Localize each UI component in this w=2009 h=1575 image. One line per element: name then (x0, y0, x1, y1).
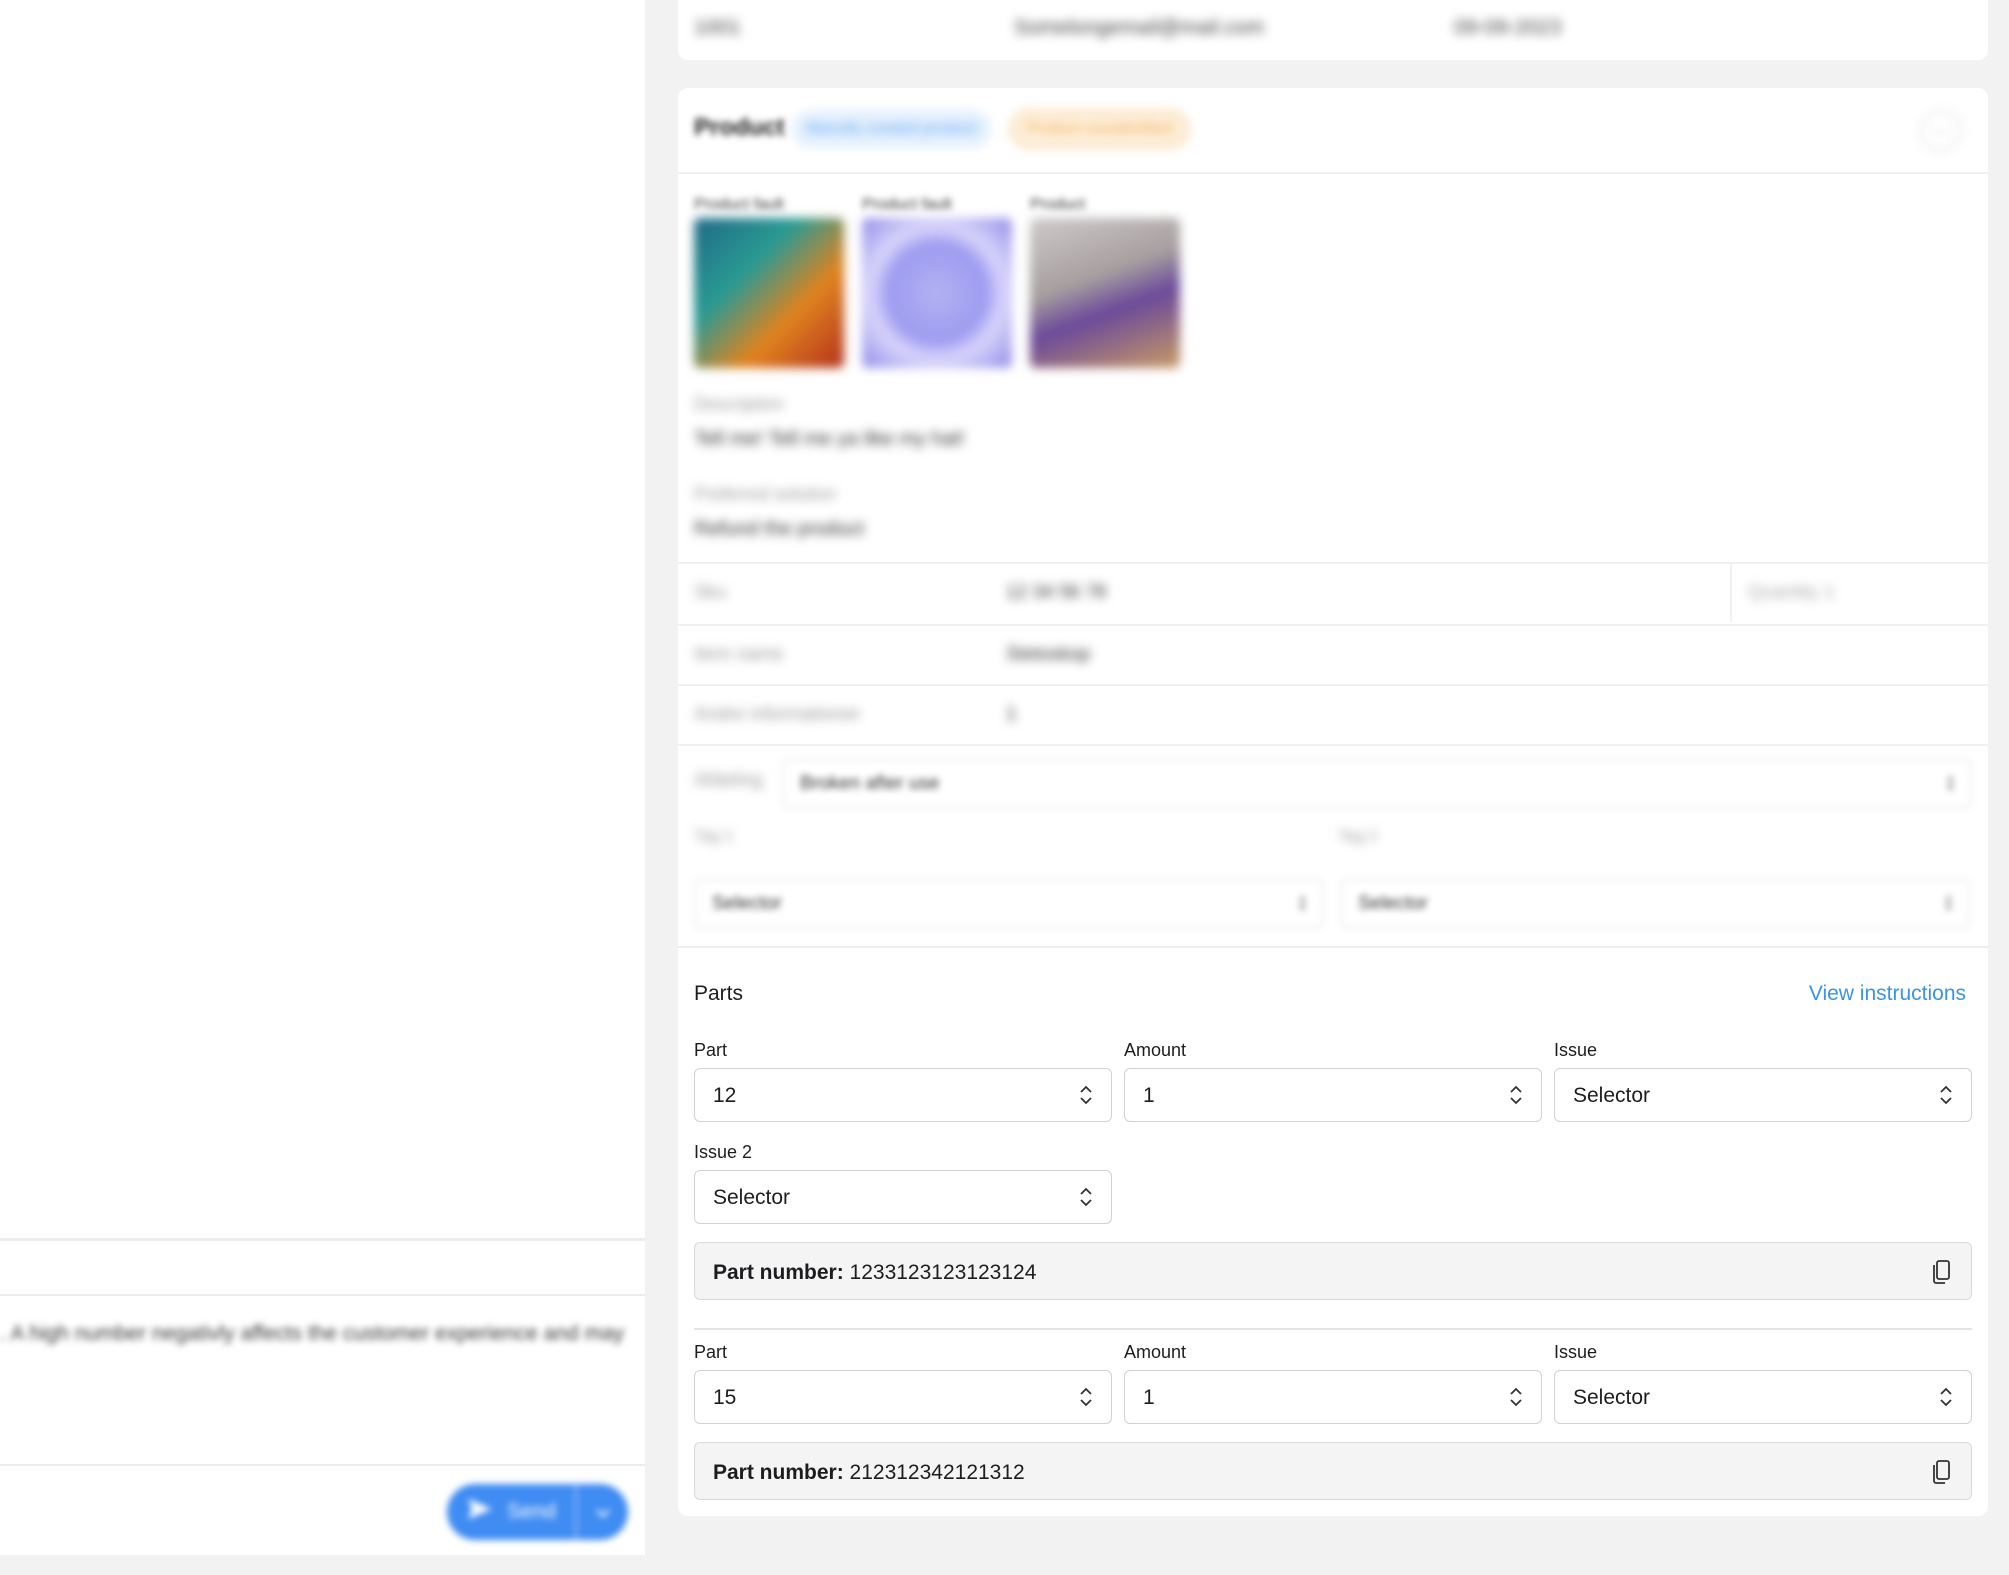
product-header: Product Manully created product Product … (678, 88, 1988, 174)
amount-label: Amount (1124, 1342, 1187, 1362)
description-value: Tell me! Tell me ya like my hat! (694, 428, 965, 450)
tag2-value: Selector (1358, 893, 1428, 914)
view-instructions-link[interactable]: View instructions (1809, 982, 1966, 1006)
tag1-value: Selector (712, 893, 782, 914)
part-label: Part (694, 1342, 728, 1362)
issue-select[interactable]: Selector (1554, 1370, 1972, 1424)
chevron-updown-icon (1080, 1387, 1092, 1407)
divider (0, 1464, 645, 1466)
part-select[interactable]: 12 (694, 1068, 1112, 1122)
chevron-updown-icon (1940, 1085, 1952, 1105)
other-info-value: 1 (1006, 704, 1017, 725)
order-number: 1001 (694, 16, 741, 39)
send-label: Send (507, 1500, 557, 1523)
send-options-button[interactable] (577, 1502, 628, 1523)
amount-stepper[interactable]: 1 (1124, 1068, 1542, 1122)
send-button-group[interactable]: Send (447, 1484, 628, 1540)
order-info-card: 1001 Somelongemail@mail.com 09-09-2023 (678, 0, 1988, 60)
quantity-value: Quantity 1 (1748, 582, 1835, 603)
chevron-down-icon (595, 1502, 611, 1523)
send-icon (467, 1498, 493, 1526)
chevron-updown-icon (1510, 1387, 1522, 1407)
issue-value: Selector (1573, 1084, 1651, 1107)
image-label: Product (1030, 196, 1086, 213)
department-select[interactable]: Broken after use ▴ ▾ (782, 758, 1972, 808)
part-number-value: 212312342121312 (849, 1461, 1025, 1484)
part-number-label: Part number: (713, 1461, 844, 1484)
sku-value: 12 34 56 78 (1006, 582, 1107, 603)
issue2-select[interactable]: Selector (694, 1170, 1112, 1224)
status-badge: Product unsubmitted (1010, 110, 1189, 148)
tag2-select[interactable]: Selector ▴ ▾ (1340, 878, 1970, 928)
issue-label: Issue (1554, 1342, 1598, 1362)
item-name-value: Stetoskop (1006, 644, 1091, 665)
divider (694, 1328, 1972, 1330)
tag1-label: Tag 1 (694, 828, 734, 845)
parts-title: Parts (694, 982, 744, 1005)
amount-value: 1 (1143, 1084, 1155, 1107)
divider (0, 1294, 645, 1296)
product-image-thumbnail[interactable] (862, 218, 1012, 368)
part-number-box: Part number: 1233123123123124 (694, 1242, 1972, 1300)
order-date: 09-09-2023 (1454, 16, 1562, 39)
part-value: 15 (713, 1386, 737, 1409)
amount-label: Amount (1124, 1040, 1187, 1060)
issue2-label: Issue 2 (694, 1142, 753, 1162)
chevron-updown-icon: ▴ ▾ (1298, 889, 1306, 915)
chevron-updown-icon (1080, 1085, 1092, 1105)
solution-value: Refund the product (694, 518, 865, 540)
part-number-box: Part number: 212312342121312 (694, 1442, 1972, 1500)
more-options-icon[interactable]: ⋯ (1920, 110, 1962, 152)
chevron-updown-icon: ▴ ▾ (1944, 889, 1952, 915)
image-label: Product fault (694, 196, 784, 213)
description-label: Description (694, 394, 785, 414)
part-value: 12 (713, 1084, 737, 1107)
product-image-thumbnail[interactable] (694, 218, 844, 368)
issue-select[interactable]: Selector (1554, 1068, 1972, 1122)
part-select[interactable]: 15 (694, 1370, 1112, 1424)
sku-label: Sku (694, 582, 727, 603)
hint-text: . A high number negativly affects the cu… (0, 1322, 625, 1345)
chevron-updown-icon (1940, 1387, 1952, 1407)
parts-section: Parts View instructions Part Amount Issu… (678, 946, 1988, 1516)
left-pane: . A high number negativly affects the cu… (0, 0, 645, 1555)
product-image-thumbnail[interactable] (1030, 218, 1180, 368)
divider (0, 1238, 645, 1241)
solution-label: Preferred solution (694, 484, 837, 504)
chevron-updown-icon: ▴ ▾ (1946, 769, 1954, 795)
part-label: Part (694, 1040, 728, 1060)
part-number-value: 1233123123123124 (849, 1261, 1037, 1284)
issue2-value: Selector (713, 1186, 791, 1209)
manual-product-badge: Manully created product (792, 110, 991, 148)
tag1-select[interactable]: Selector ▴ ▾ (694, 878, 1324, 928)
amount-value: 1 (1143, 1386, 1155, 1409)
item-name-row: Item name Stetoskop (678, 624, 1988, 684)
sku-row: Sku 12 34 56 78 Quantity 1 (678, 562, 1988, 622)
copy-icon[interactable] (1931, 1259, 1951, 1285)
issue-label: Issue (1554, 1040, 1598, 1060)
issue-value: Selector (1573, 1386, 1651, 1409)
department-value: Broken after use (800, 773, 940, 794)
other-info-label: Andre informationer (694, 704, 861, 725)
department-label: Afdeling (694, 770, 763, 791)
image-label: Product fault (862, 196, 952, 213)
order-email: Somelongemail@mail.com (1014, 16, 1265, 39)
send-button[interactable]: Send (447, 1484, 577, 1540)
part-number-label: Part number: (713, 1261, 844, 1284)
copy-icon[interactable] (1931, 1459, 1951, 1485)
chevron-updown-icon (1080, 1187, 1092, 1207)
quantity-cell: Quantity 1 (1730, 564, 1988, 622)
other-info-row: Andre informationer 1 (678, 684, 1988, 744)
product-card: Product Manully created product Product … (678, 88, 1988, 1516)
item-name-label: Item name (694, 644, 784, 665)
chevron-updown-icon (1510, 1085, 1522, 1105)
product-title: Product (694, 114, 785, 141)
amount-stepper[interactable]: 1 (1124, 1370, 1542, 1424)
tag2-label: Tag 2 (1338, 828, 1378, 845)
